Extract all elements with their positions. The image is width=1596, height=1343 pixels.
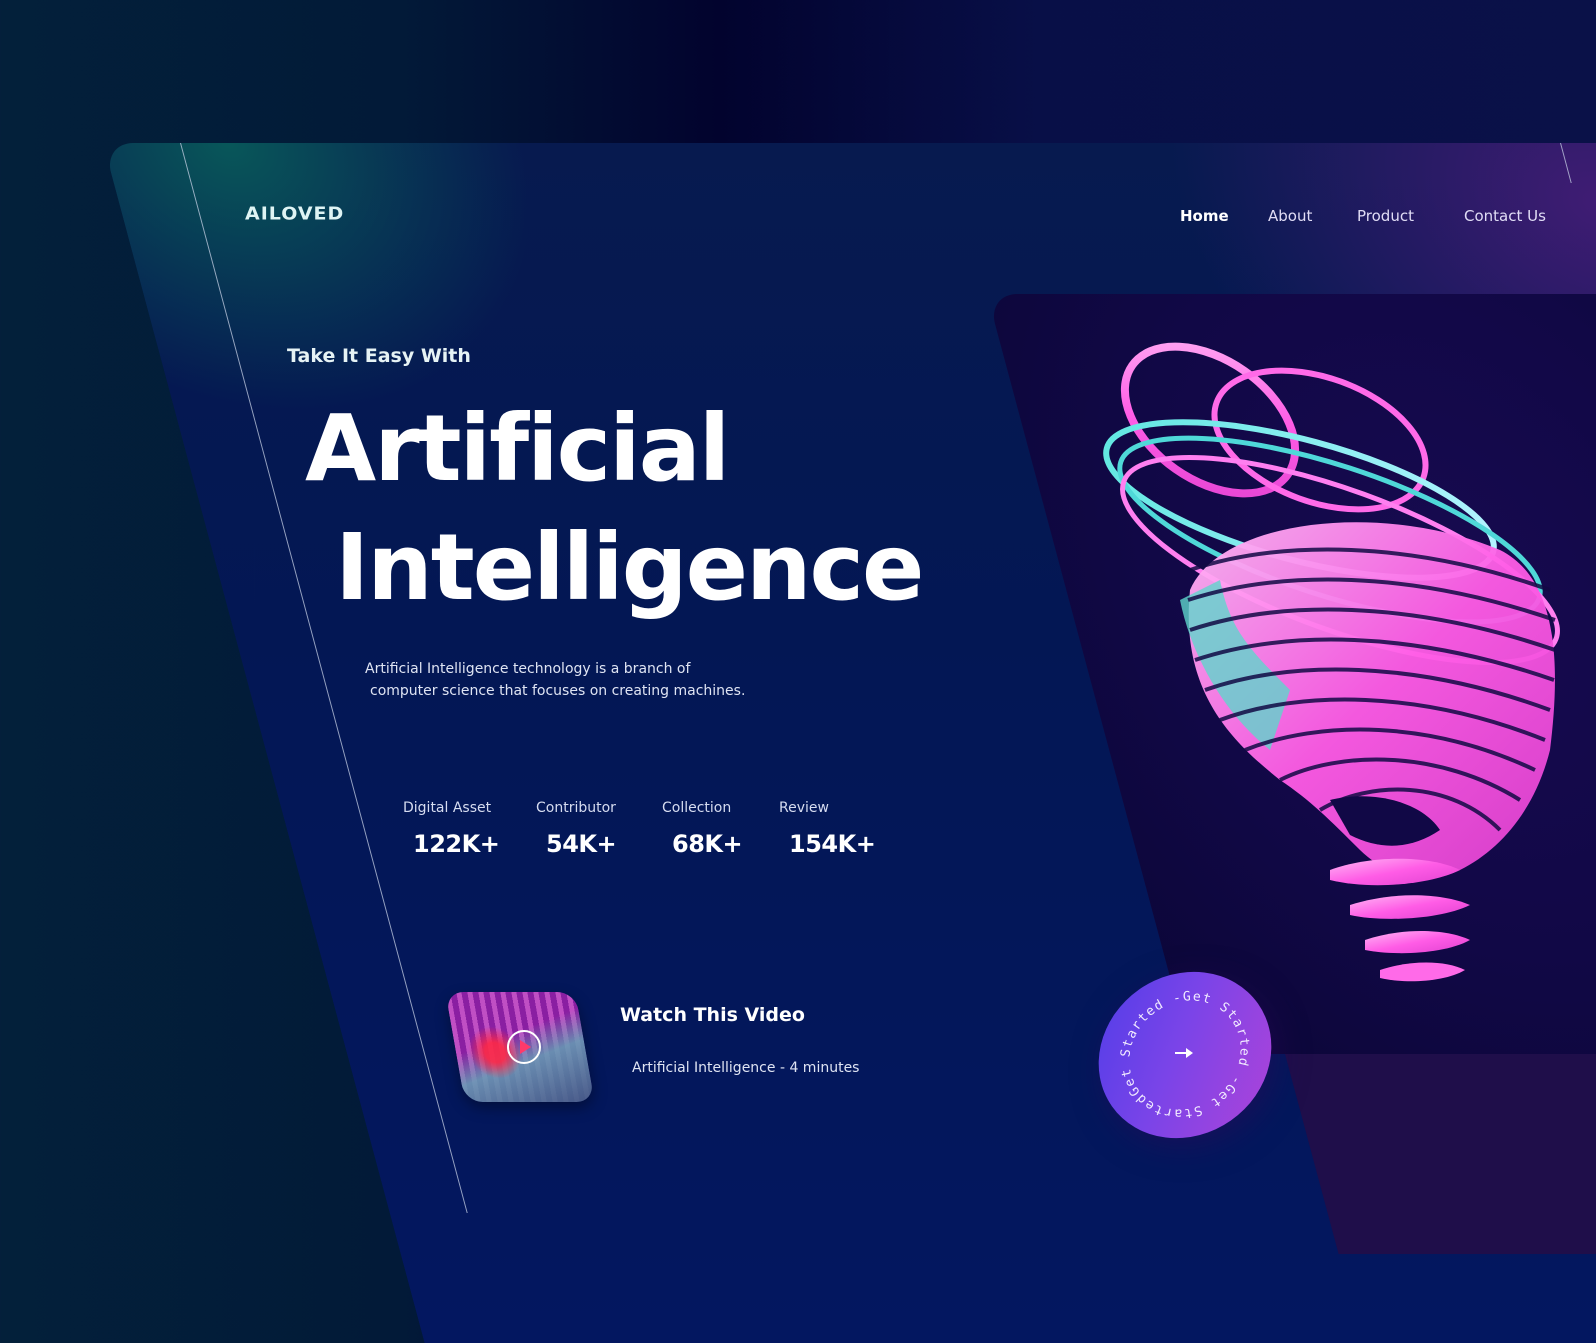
hero-tagline: Take It Easy With bbox=[287, 345, 471, 367]
hero-title-line-1: Artificial bbox=[305, 395, 730, 502]
nav-item-contact-us[interactable]: Contact Us bbox=[1464, 207, 1546, 225]
stat-label: Collection bbox=[662, 800, 732, 816]
stat-label: Review bbox=[779, 800, 829, 816]
arrow-right-icon[interactable] bbox=[1174, 1046, 1196, 1060]
stat-contributor: Contributor 54K+ bbox=[536, 800, 617, 858]
video-thumbnail[interactable] bbox=[445, 992, 595, 1102]
stat-digital-asset: Digital Asset 122K+ bbox=[403, 800, 500, 858]
ai-head-artwork bbox=[1103, 342, 1560, 982]
nav-item-home[interactable]: Home bbox=[1180, 207, 1229, 225]
stat-value: 54K+ bbox=[546, 830, 617, 858]
stat-value: 122K+ bbox=[413, 830, 500, 858]
decorative-lower-panel bbox=[1285, 1054, 1596, 1254]
hero-description-line-1: Artificial Intelligence technology is a … bbox=[365, 661, 691, 677]
nav-item-about[interactable]: About bbox=[1268, 207, 1312, 225]
video-subtitle: Artificial Intelligence - 4 minutes bbox=[632, 1060, 860, 1076]
neck-slice bbox=[1350, 895, 1470, 919]
brand-logo[interactable]: AILOVED bbox=[245, 204, 344, 225]
play-icon[interactable] bbox=[507, 1030, 541, 1064]
video-title[interactable]: Watch This Video bbox=[620, 1004, 805, 1026]
stat-label: Digital Asset bbox=[403, 800, 492, 816]
stat-value: 68K+ bbox=[672, 830, 743, 858]
hero-description: Artificial Intelligence technology is a … bbox=[365, 658, 805, 702]
neck-slice bbox=[1365, 931, 1470, 954]
hero-title-line-2: Intelligence bbox=[335, 514, 924, 621]
hero-description-line-2: computer science that focuses on creatin… bbox=[370, 683, 746, 699]
nav-item-product[interactable]: Product bbox=[1357, 207, 1414, 225]
stat-review: Review 154K+ bbox=[779, 800, 876, 858]
stat-label: Contributor bbox=[536, 800, 616, 816]
stat-collection: Collection 68K+ bbox=[662, 800, 743, 858]
neck-slice bbox=[1380, 962, 1465, 982]
stat-value: 154K+ bbox=[789, 830, 876, 858]
